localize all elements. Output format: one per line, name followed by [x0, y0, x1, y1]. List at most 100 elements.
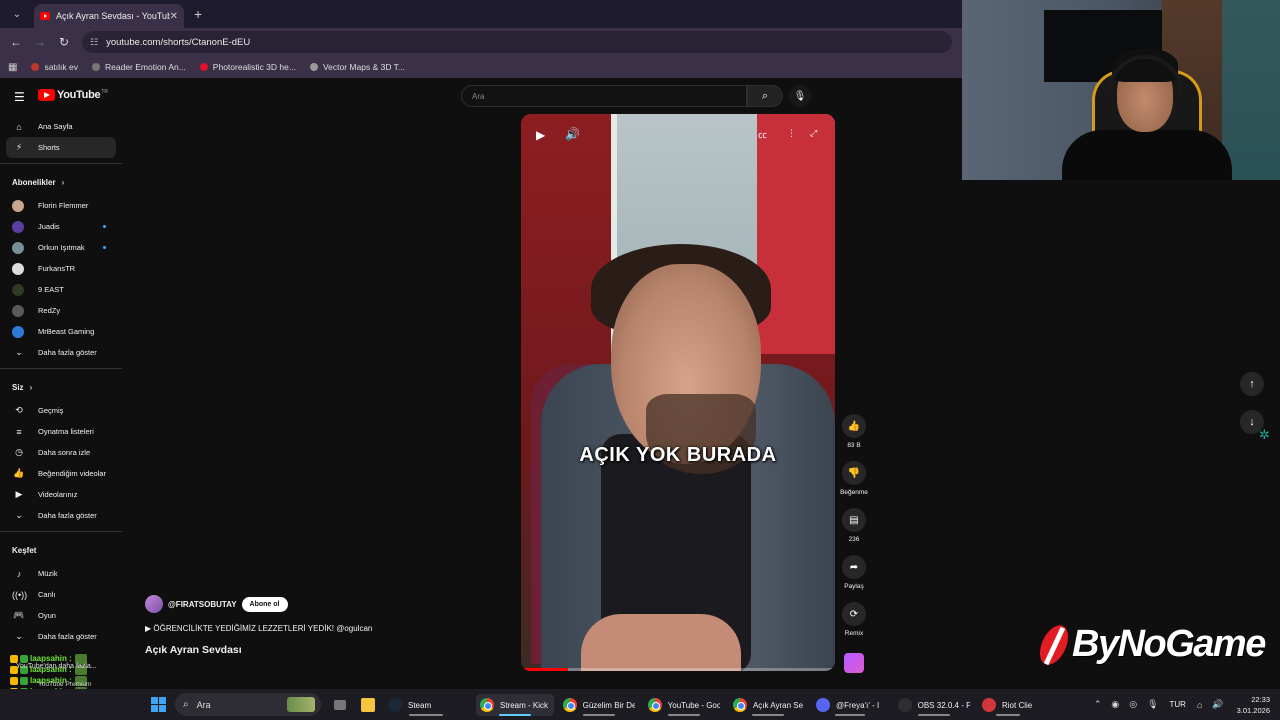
shorts-actions: 👍 83 B 👎 Beğenme ▤ 236 ➦ Paylaş ⟳ Remix [836, 414, 872, 673]
microphone-icon[interactable]: 🎙 [1147, 699, 1158, 710]
taskbar-app[interactable]: Güzelim Bir De [559, 694, 639, 716]
webcam-overlay [962, 0, 1280, 180]
sound-avatar[interactable] [844, 653, 864, 673]
clock-icon: ◷ [15, 447, 23, 457]
close-tab-icon[interactable]: ✕ [170, 11, 178, 22]
show-more-you[interactable]: ⌄ Daha fazla göster [0, 505, 122, 526]
captions-icon[interactable]: ㏄ [758, 128, 767, 141]
back-icon[interactable]: ← [4, 35, 28, 49]
live-icon: ((•)) [12, 589, 28, 600]
channel-handle[interactable]: @FIRATSOBUTAY [168, 600, 237, 609]
taskbar-app[interactable]: YouTube - Goo [644, 694, 724, 716]
network-icon[interactable]: ⌂ [1197, 700, 1202, 710]
comments-button[interactable]: ▤ 236 [836, 508, 872, 555]
new-tab-icon[interactable]: + [194, 6, 202, 22]
video-frame [757, 114, 835, 354]
comment-count: 236 [848, 536, 860, 543]
sidebar-item-music[interactable]: ♪ Müzik [0, 563, 122, 584]
tab-search-icon[interactable]: ⌄ [4, 4, 30, 24]
play-icon[interactable]: ▶ [536, 128, 545, 142]
sidebar-item-live[interactable]: ((•)) Canlı [0, 584, 122, 605]
windows-start-icon[interactable] [151, 697, 166, 712]
task-view-icon[interactable] [330, 694, 350, 716]
language-indicator[interactable]: TUR [1170, 700, 1186, 709]
taskbar-app[interactable]: Riot Clie [978, 694, 1038, 716]
bookmark-item[interactable]: Vector Maps & 3D T... [309, 62, 405, 72]
sidebar-item-subscription[interactable]: Orkun Işıtmak [0, 237, 122, 258]
like-button[interactable]: 👍 83 B [836, 414, 872, 461]
taskbar-app[interactable]: Açık Ayran Se [729, 694, 807, 716]
previous-short-button[interactable]: ↑ [1240, 372, 1264, 396]
menu-icon[interactable]: ☰ [14, 90, 25, 104]
sidebar-item-your-videos[interactable]: ▶ Videolarınız [0, 484, 122, 505]
chevron-down-icon: ⌄ [15, 631, 23, 641]
taskbar-app[interactable]: Stream - Kick [476, 694, 554, 716]
subscriptions-header[interactable]: Abonelikler › [0, 169, 122, 195]
tray-app-icon[interactable]: ◉ [1111, 699, 1119, 710]
video-icon: ▶ [15, 489, 23, 499]
avatar[interactable] [145, 595, 163, 613]
subscribe-button[interactable]: Abone ol [241, 596, 288, 612]
sidebar-item-subscription[interactable]: 9 EAST [0, 279, 122, 300]
search-icon[interactable]: ⌕ [747, 85, 783, 107]
divider [0, 368, 122, 369]
sidebar-item-watch-later[interactable]: ◷ Daha sonra izle [0, 442, 122, 463]
more-options-icon[interactable]: ⋮ [787, 128, 796, 139]
sidebar-item-subscription[interactable]: MrBeast Gaming [0, 321, 122, 342]
bookmark-favicon-icon [92, 63, 100, 71]
sidebar-item-home[interactable]: ⌂ Ana Sayfa [0, 116, 122, 137]
shorts-video-player[interactable]: AÇIK YOK BURADA ▶ 🔊 ㏄ ⋮ ⤢ [521, 114, 835, 671]
extension-icon[interactable]: ✲ [1259, 427, 1270, 443]
youtube-logo[interactable]: YouTube TR [38, 89, 108, 101]
taskbar-app[interactable]: Steam [384, 694, 468, 716]
bookmark-item[interactable]: Reader Emotion An... [92, 62, 186, 72]
bookmark-item[interactable]: satılık ev [31, 62, 78, 72]
sidebar-item-playlists[interactable]: ≡ Oynatma listeleri [0, 421, 122, 442]
reload-icon[interactable]: ↻ [52, 35, 76, 49]
badge-icon [10, 676, 18, 685]
show-more-explore[interactable]: ⌄ Daha fazla göster [0, 626, 122, 647]
sidebar-item-shorts[interactable]: ⚡ Shorts [6, 137, 116, 158]
search-input[interactable]: Ara [461, 85, 747, 107]
url-field[interactable]: ☷ youtube.com/shorts/CtanonE-dEU [82, 31, 952, 53]
browser-tab[interactable]: Açık Ayran Sevdası - YouTube ✕ [34, 4, 184, 28]
sidebar-item-subscription[interactable]: FurkansTR [0, 258, 122, 279]
taskbar-app[interactable]: OBS 32.0.4 - P [894, 694, 974, 716]
running-indicator [752, 714, 784, 716]
bookmark-favicon-icon [199, 63, 208, 71]
taskbar-search[interactable]: ⌕ Ara [175, 693, 321, 716]
sidebar-item-subscription[interactable]: RedZy [0, 300, 122, 321]
show-more-subscriptions[interactable]: ⌄ Daha fazla göster [0, 342, 122, 363]
steam-tray-icon[interactable]: ◎ [1129, 699, 1137, 710]
share-button[interactable]: ➦ Paylaş [836, 555, 872, 602]
bookmark-favicon-icon [309, 63, 318, 71]
sidebar-item-liked-videos[interactable]: 👍 Beğendiğim videolar [0, 463, 122, 484]
apps-grid-icon[interactable]: ▦ [8, 62, 17, 73]
sidebar-item-gaming[interactable]: 🎮 Oyun [0, 605, 122, 626]
address-bar-row: ← → ↻ ☷ youtube.com/shorts/CtanonE-dEU [0, 28, 962, 56]
shorts-icon: ⚡ [15, 142, 23, 152]
taskbar-app[interactable]: @Freya'ı' - I [812, 694, 888, 716]
remix-button[interactable]: ⟳ Remix [836, 602, 872, 649]
video-progress-bar[interactable] [521, 668, 835, 671]
sidebar-item-subscription[interactable]: Juadis [0, 216, 122, 237]
site-info-icon[interactable]: ☷ [90, 37, 98, 48]
sidebar-item-subscription[interactable]: Florin Flemmer [0, 195, 122, 216]
forward-icon[interactable]: → [28, 35, 52, 49]
badge-icon [10, 654, 18, 663]
file-explorer-icon[interactable] [357, 694, 379, 716]
you-header[interactable]: Siz › [0, 374, 122, 400]
clock[interactable]: 22:33 3.01.2026 [1237, 694, 1270, 716]
volume-icon[interactable]: 🔊 [1212, 699, 1223, 710]
fullscreen-icon[interactable]: ⤢ [810, 128, 817, 139]
chevron-up-icon[interactable]: ⌃ [1094, 699, 1102, 710]
dislike-button[interactable]: 👎 Beğenme [836, 461, 872, 508]
sidebar-item-history[interactable]: ⟲ Geçmiş [0, 400, 122, 421]
microphone-icon[interactable]: 🎙 [789, 85, 811, 107]
bookmarks-bar: ▦ satılık ev Reader Emotion An... Photor… [0, 56, 962, 78]
bookmark-item[interactable]: Photorealistic 3D he... [199, 62, 296, 72]
video-description[interactable]: ▶ ÖĞRENCİLİKTE YEDİĞİMİZ LEZZETLERİ YEDİ… [145, 624, 372, 633]
remix-icon: ⟳ [842, 602, 866, 626]
chrome-icon [648, 698, 662, 712]
volume-icon[interactable]: 🔊 [565, 127, 580, 141]
